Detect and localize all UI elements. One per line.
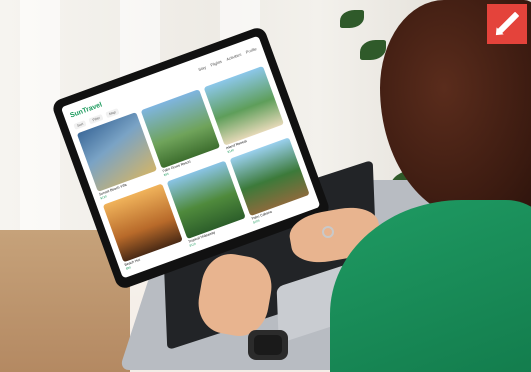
nav-item: Activities xyxy=(225,51,242,62)
filter-chip: Sort xyxy=(73,119,88,130)
nav-item: Flights xyxy=(209,58,223,68)
filter-chip: Map xyxy=(105,108,120,119)
nav-item: Profile xyxy=(244,45,258,55)
nav-item: Stay xyxy=(197,64,207,72)
smartwatch xyxy=(248,330,288,360)
photo-scene: SunTravel Stay Flights Activities Profil… xyxy=(0,0,531,372)
app-nav: Stay Flights Activities Profile xyxy=(197,46,257,72)
edit-badge[interactable] xyxy=(487,4,527,44)
watch-face xyxy=(254,335,282,355)
curtain xyxy=(20,0,60,260)
ring xyxy=(322,226,334,238)
